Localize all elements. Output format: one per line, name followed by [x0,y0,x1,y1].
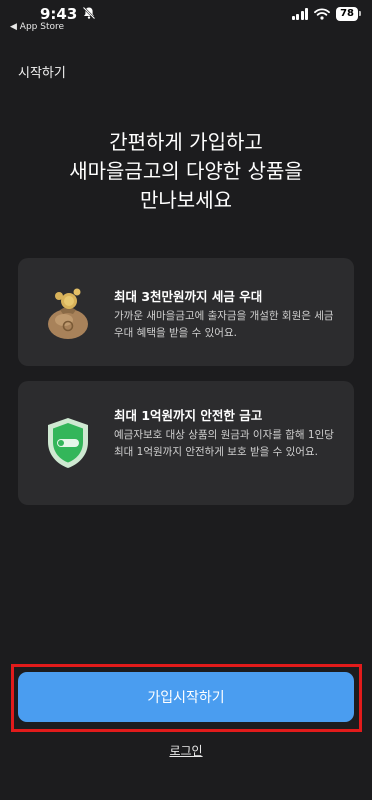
status-time: 9:43 [40,5,78,23]
card-title: 최대 3천만원까지 세금 우대 [114,289,263,304]
headline-line: 만나보세요 [140,188,232,212]
login-link[interactable]: 로그인 [169,744,202,758]
benefit-card-tax: 최대 3천만원까지 세금 우대 가까운 새마을금고에 출자금을 개설한 회원은 … [18,258,354,366]
money-bag-icon [48,288,88,339]
card-description: 가까운 새마을금고에 출자금을 개설한 회원은 세금우대 혜택을 받을 수 있어… [114,310,334,339]
signup-start-button[interactable]: 가입시작하기 [18,672,354,722]
status-indicators: 78 [291,7,361,21]
headline-line: 새마을금고의 다양한 상품을 [69,159,303,183]
headline: 간편하게 가입하고 새마을금고의 다양한 상품을 만나보세요 [0,128,372,215]
login-link-container: 로그인 [0,742,372,759]
bell-off-icon [82,6,96,20]
page-title: 시작하기 [18,66,66,81]
battery-icon: 78 [336,7,361,21]
status-bar: 9:43 ◀ App Store 78 [0,0,372,36]
card-title: 최대 1억원까지 안전한 금고 [114,408,263,423]
back-to-app-store-link[interactable]: ◀ App Store [10,22,64,32]
wifi-icon [314,8,330,20]
benefit-card-protection: 최대 1억원까지 안전한 금고 예금자보호 대상 상품의 원금과 이자를 합해 … [18,381,354,505]
shield-icon [48,418,88,468]
signal-icon [291,8,309,20]
card-description: 예금자보호 대상 상품의 원금과 이자를 합해 1인당 최대 1억원까지 안전하… [114,429,334,458]
headline-line: 간편하게 가입하고 [109,130,263,154]
